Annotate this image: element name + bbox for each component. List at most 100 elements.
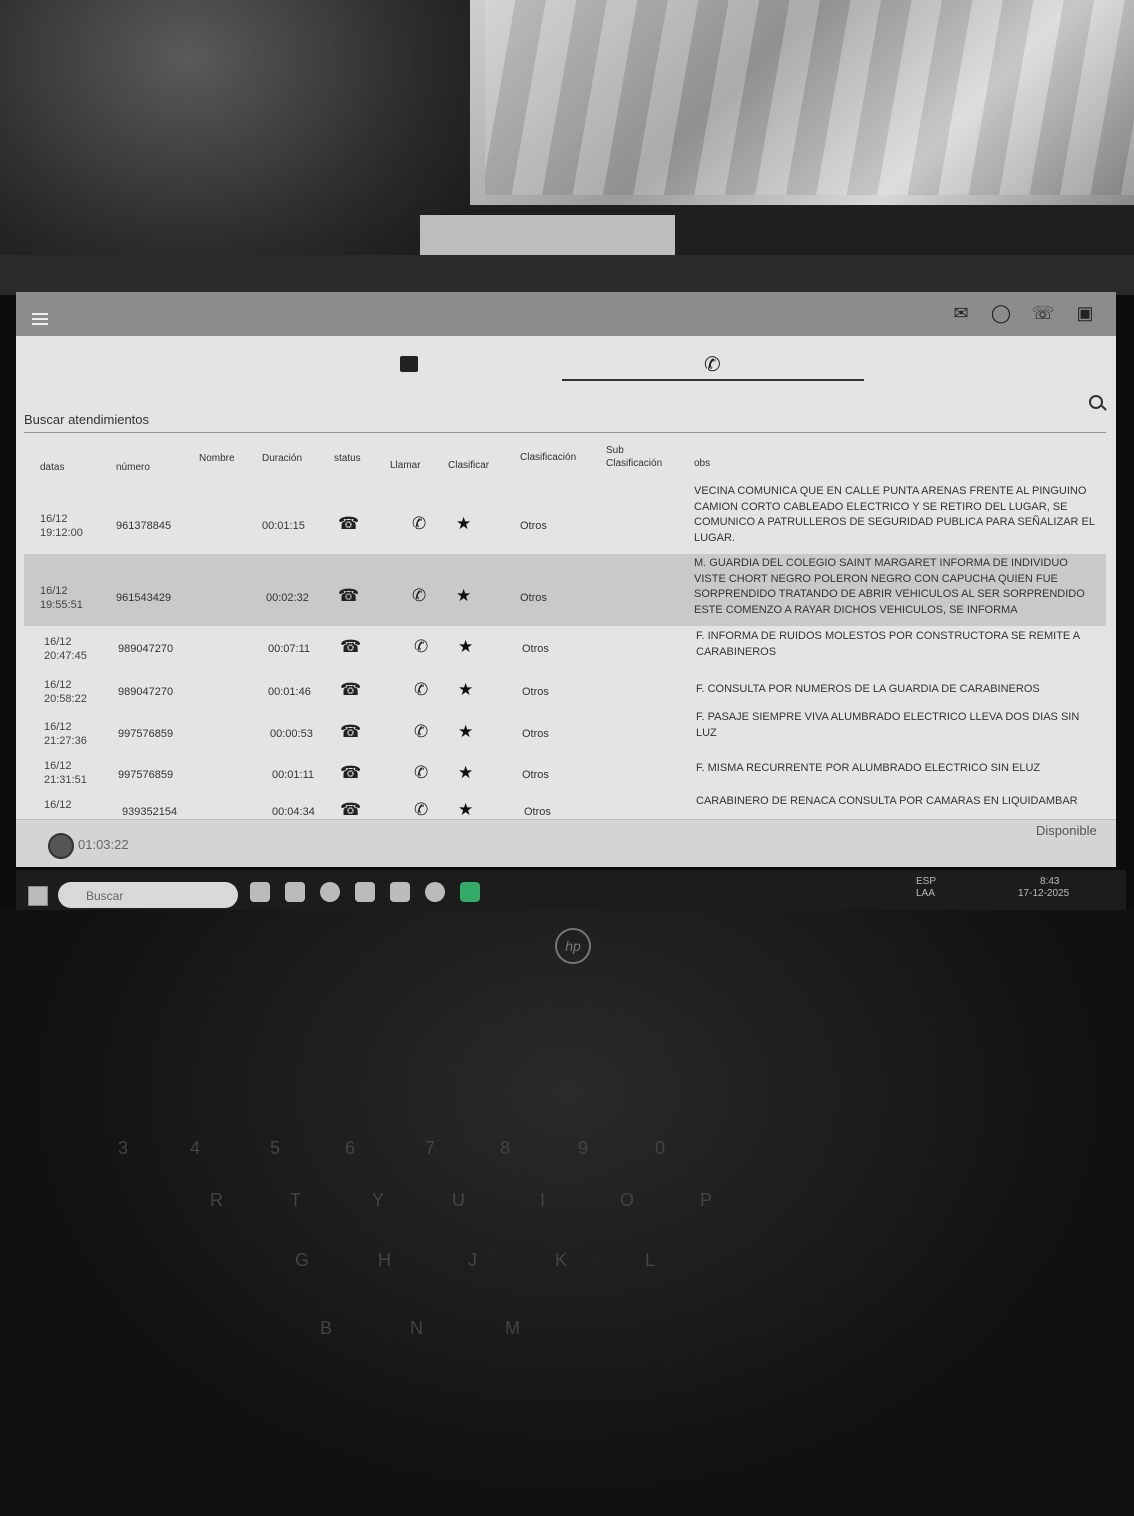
menu-icon[interactable] — [32, 318, 48, 320]
key: 5 — [270, 1138, 281, 1158]
row-obs: CARABINERO DE REÑACA CONSULTA POR CAMARA… — [696, 796, 1078, 807]
col-duracion[interactable]: Duración — [262, 453, 302, 464]
lang-code[interactable]: ESP — [916, 876, 936, 887]
whatsapp-icon[interactable]: ◯ — [988, 300, 1014, 326]
chrome-icon[interactable] — [425, 882, 445, 902]
col-obs[interactable]: obs — [694, 458, 710, 469]
phone-list-icon[interactable]: ☏ — [1030, 300, 1056, 326]
call-icon[interactable]: ✆ — [412, 514, 426, 534]
lang-layout[interactable]: LAA — [916, 888, 935, 899]
col-status[interactable]: status — [334, 453, 361, 464]
clock-time[interactable]: 8:43 — [1040, 876, 1059, 887]
calendar-icon[interactable]: ▣ — [1072, 300, 1098, 326]
call-icon[interactable]: ✆ — [414, 763, 428, 783]
row-numero: 997576859 — [118, 769, 174, 781]
row-obs: F. MISMA RECURRENTE POR ALUMBRADO ELECTR… — [696, 762, 1041, 774]
laptop-body — [0, 910, 1134, 1516]
search-input[interactable] — [24, 410, 1106, 433]
windows-start-icon[interactable] — [28, 886, 48, 906]
classify-star-icon[interactable]: ★ — [456, 586, 471, 606]
table-row[interactable]: 16/12 20:47:45 989047270 00:07:11 ☎ ✆ ★ … — [24, 629, 1106, 671]
row-clasificacion: Otros — [520, 592, 547, 604]
incoming-call-icon: ☎ — [340, 637, 362, 656]
col-datas[interactable]: datas — [40, 462, 64, 473]
col-numero[interactable]: número — [116, 462, 150, 473]
top-bar: ✉ ◯ ☏ ▣ — [16, 292, 1116, 336]
hp-logo: hp — [555, 928, 591, 964]
row-time: 21:31:51 — [44, 774, 87, 786]
row-time: 20:58:22 — [44, 693, 87, 705]
terminal-icon[interactable] — [460, 882, 480, 902]
background-photo-left — [0, 0, 470, 290]
row-time: 19:55:51 — [40, 599, 83, 611]
edge-icon[interactable] — [320, 882, 340, 902]
col-clasificacion[interactable]: Clasificación — [520, 452, 576, 463]
call-icon[interactable]: ✆ — [414, 680, 428, 700]
key: K — [555, 1250, 568, 1270]
table-row[interactable]: 16/12 939352154 00:04:34 ☎ ✆ ★ Otros CAR… — [24, 796, 1106, 818]
col-nombre[interactable]: Nombre — [199, 453, 235, 464]
row-clasificacion: Otros — [522, 769, 549, 781]
store-icon[interactable] — [355, 882, 375, 902]
incoming-call-icon: ☎ — [340, 800, 362, 818]
classify-star-icon[interactable]: ★ — [458, 763, 473, 783]
col-sub-clasificacion[interactable]: Sub Clasificación — [606, 444, 676, 470]
table-row[interactable]: 16/12 21:27:36 997576859 00:00:53 ☎ ✆ ★ … — [24, 711, 1106, 754]
key: I — [540, 1190, 546, 1210]
incoming-call-icon: ☎ — [338, 586, 360, 605]
key: L — [645, 1250, 656, 1270]
row-date: 16/12 — [44, 760, 72, 772]
row-duracion: 00:01:11 — [272, 769, 315, 781]
call-icon[interactable]: ✆ — [414, 722, 428, 742]
key: H — [378, 1250, 391, 1270]
agent-status[interactable]: Disponible — [1036, 823, 1097, 838]
classify-star-icon[interactable]: ★ — [458, 680, 473, 700]
avatar[interactable] — [48, 833, 74, 859]
call-icon[interactable]: ✆ — [412, 586, 426, 606]
row-clasificacion: Otros — [522, 728, 549, 740]
key: G — [295, 1250, 310, 1270]
folder-icon[interactable] — [390, 882, 410, 902]
taskbar-app-icon[interactable] — [285, 882, 305, 902]
mail-icon[interactable]: ✉ — [948, 300, 974, 326]
session-timer: 01:03:22 — [78, 837, 129, 852]
phone-tab-icon[interactable]: ✆ — [704, 352, 721, 377]
incoming-call-icon: ☎ — [338, 514, 360, 533]
row-obs: F. PASAJE SIEMPRE VIVA ALUMBRADO ELECTRI… — [696, 711, 1080, 739]
col-clasificar[interactable]: Clasificar — [448, 460, 489, 471]
taskbar-search[interactable] — [58, 882, 238, 908]
window-title-strip — [0, 255, 1134, 295]
classify-star-icon[interactable]: ★ — [458, 637, 473, 657]
call-icon[interactable]: ✆ — [414, 800, 428, 818]
classify-star-icon[interactable]: ★ — [456, 514, 471, 534]
row-numero: 989047270 — [118, 686, 174, 698]
active-tab-indicator — [562, 379, 864, 381]
classify-star-icon[interactable]: ★ — [458, 722, 473, 742]
key: 0 — [655, 1138, 666, 1158]
table-row-selected[interactable]: 16/12 19:55:51 961543429 00:02:32 ☎ ✆ ★ … — [24, 554, 1106, 626]
call-icon[interactable]: ✆ — [414, 637, 428, 657]
key: 8 — [500, 1138, 511, 1158]
search-icon[interactable] — [1089, 395, 1103, 409]
table-row[interactable]: 16/12 20:58:22 989047270 00:01:46 ☎ ✆ ★ … — [24, 676, 1106, 712]
app-window: ✉ ◯ ☏ ▣ ✆ Buscar atendimientos datas núm… — [16, 292, 1116, 867]
row-obs: M. GUARDIA DEL COLEGIO SAINT MARGARET IN… — [694, 557, 1085, 616]
key: B — [320, 1318, 333, 1338]
table-row[interactable]: 16/12 21:31:51 997576859 00:01:11 ☎ ✆ ★ … — [24, 757, 1106, 793]
key: R — [210, 1190, 223, 1210]
row-time: 19:12:00 — [40, 527, 83, 539]
classify-star-icon[interactable]: ★ — [458, 800, 473, 818]
row-date: 16/12 — [44, 679, 72, 691]
row-duracion: 00:07:11 — [268, 643, 311, 655]
clock-date[interactable]: 17-12-2025 — [1018, 888, 1069, 899]
chat-tab-icon[interactable] — [400, 356, 418, 372]
col-llamar[interactable]: Llamar — [390, 460, 421, 471]
row-numero: 961543429 — [116, 592, 172, 604]
table-row[interactable]: 16/12 19:12:00 961378845 00:01:15 ☎ ✆ ★ … — [24, 482, 1106, 550]
taskbar-app-icon[interactable] — [250, 882, 270, 902]
status-footer — [16, 819, 1116, 867]
row-obs: F. INFORMA DE RUIDOS MOLESTOS POR CONSTR… — [696, 630, 1080, 658]
key: J — [468, 1250, 477, 1270]
row-time: 21:27:36 — [44, 735, 87, 747]
row-numero: 939352154 — [122, 806, 178, 818]
